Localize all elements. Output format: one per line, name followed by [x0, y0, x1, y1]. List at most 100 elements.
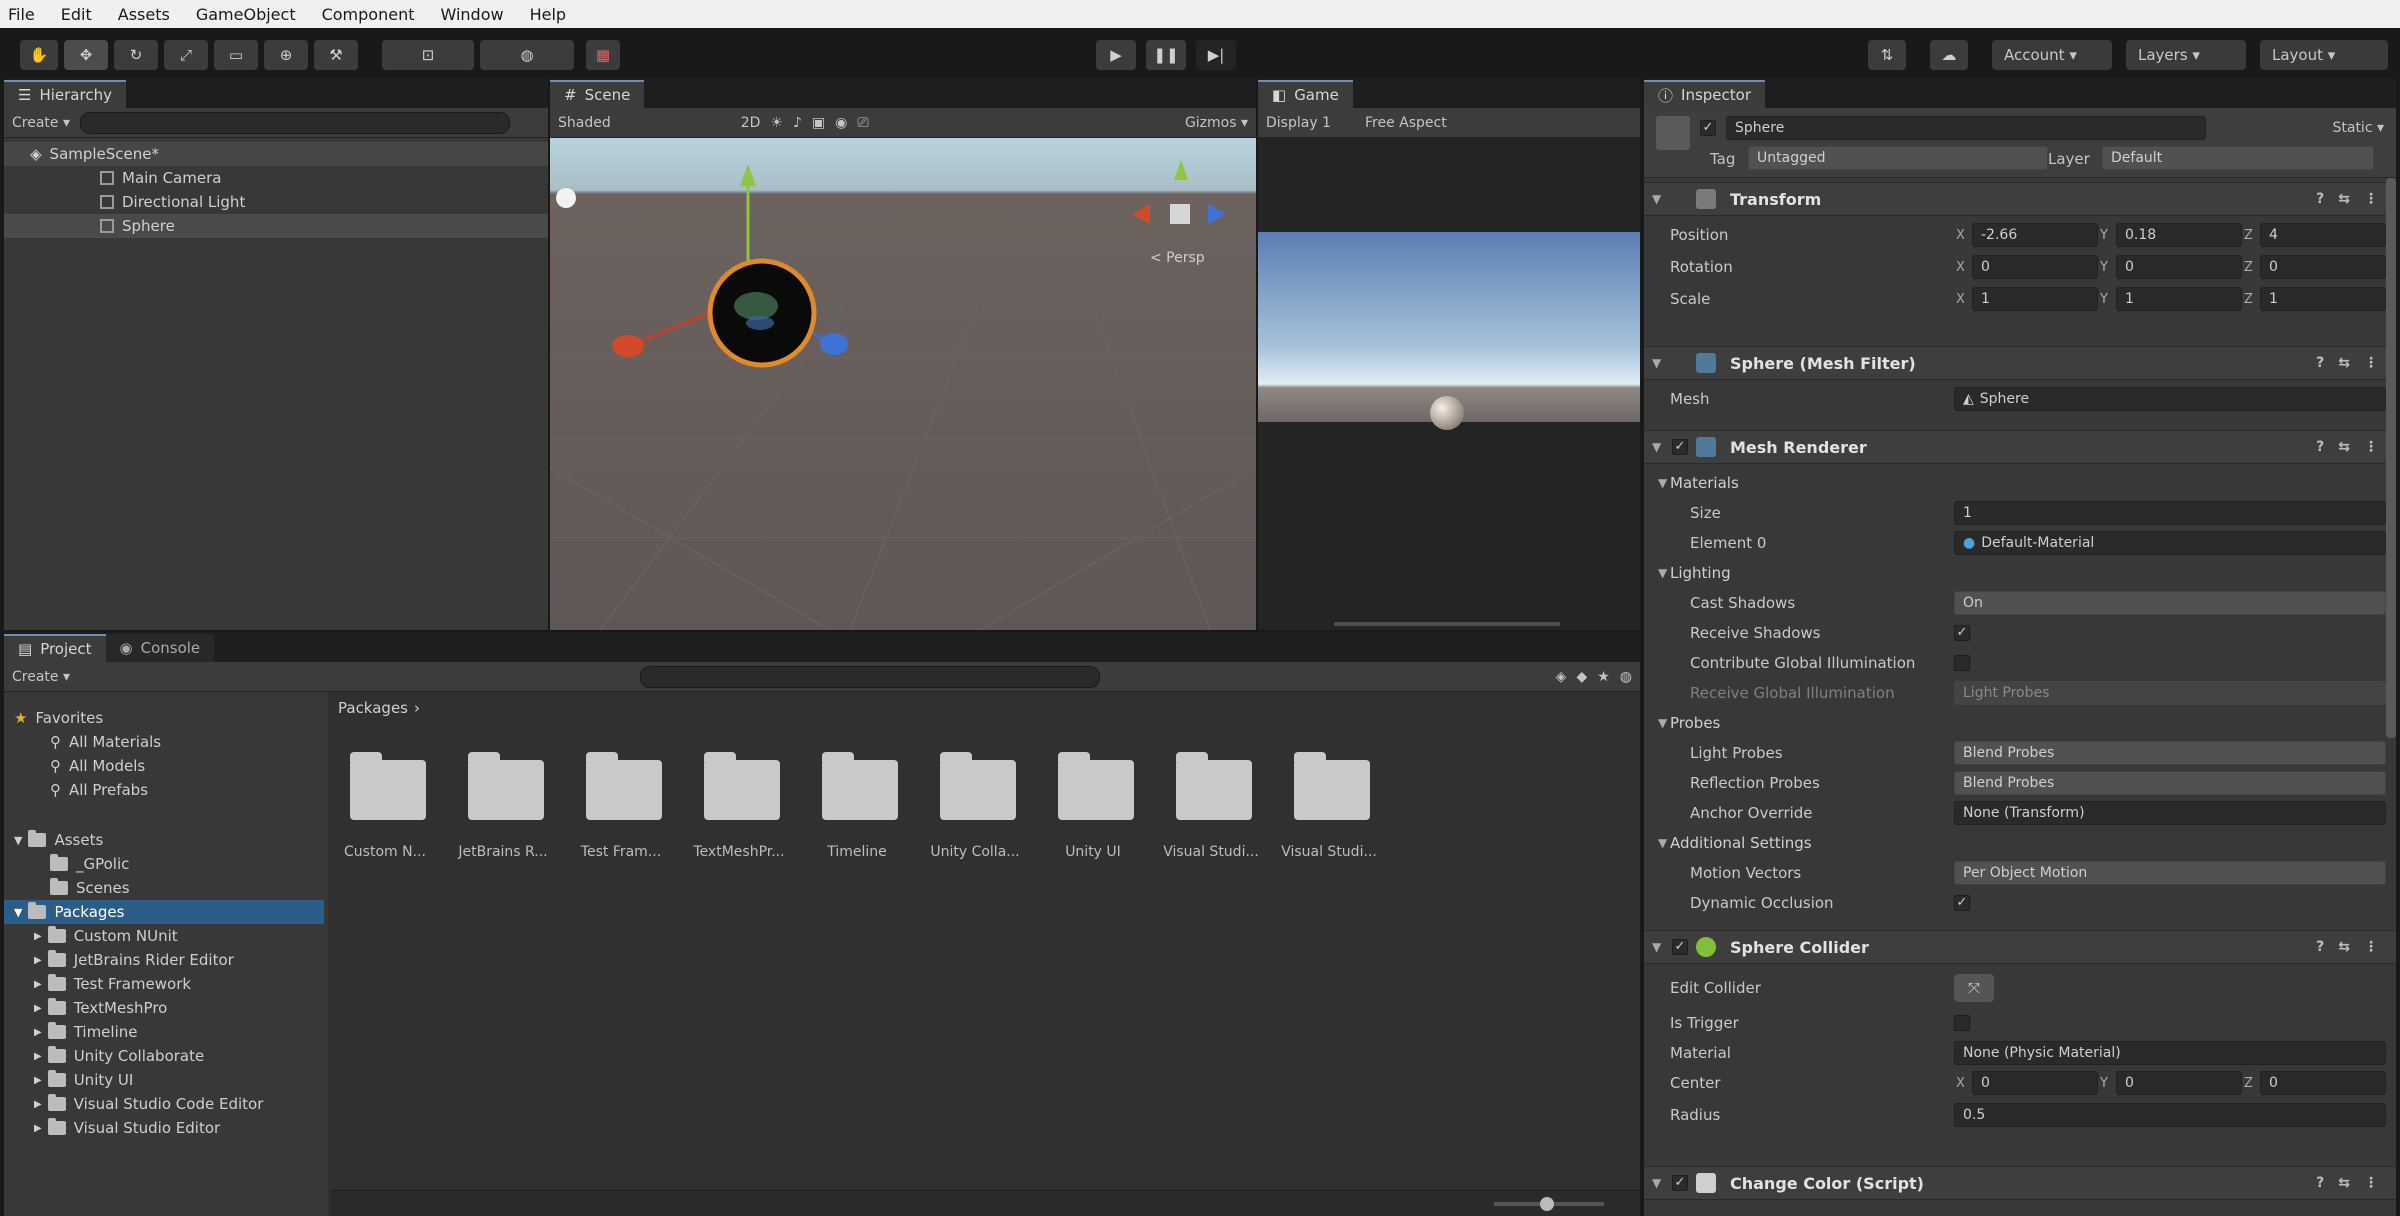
center-x-field[interactable]: 0 [1972, 1071, 2098, 1095]
menu-file[interactable]: File [8, 5, 35, 24]
scene-row[interactable]: ◈ SampleScene* [4, 142, 548, 166]
lighting-row[interactable]: ▼ Lighting [1644, 558, 2396, 588]
hierarchy-item-directional-light[interactable]: Directional Light [4, 190, 548, 214]
menu-assets[interactable]: Assets [118, 5, 170, 24]
move-tool-button[interactable]: ✥ [64, 40, 108, 70]
tree-package-item[interactable]: ▶ Unity UI [4, 1068, 328, 1092]
snap-button[interactable]: ▦ [586, 40, 620, 70]
tree-package-item[interactable]: ▶ Timeline [4, 1020, 328, 1044]
rotate-tool-button[interactable]: ↻ [114, 40, 158, 70]
tab-scene[interactable]: # Scene [550, 80, 645, 108]
receive-gi-dropdown[interactable]: Light Probes [1954, 681, 2386, 705]
global-toggle[interactable]: ◍ [480, 40, 574, 70]
pause-button[interactable]: ❚❚ [1146, 40, 1186, 70]
rect-tool-button[interactable]: ▭ [214, 40, 258, 70]
cloud-button[interactable]: ☁ [1930, 40, 1968, 70]
rotation-y-field[interactable]: 0 [2116, 255, 2242, 279]
grid-folder-item[interactable]: Visual Studi... [1274, 752, 1384, 864]
menu-component[interactable]: Component [322, 5, 415, 24]
tree-fav-item[interactable]: ⚲ All Materials [4, 730, 328, 754]
layers-dropdown[interactable]: Layers ▾ [2126, 40, 2246, 70]
tab-hierarchy[interactable]: ☰ Hierarchy [4, 80, 126, 108]
preset-icon[interactable]: ⇆ [2338, 355, 2350, 371]
effects-icon[interactable]: ▣ [812, 115, 825, 131]
tree-package-item[interactable]: ▶ Visual Studio Code Editor [4, 1092, 328, 1116]
scale-z-field[interactable]: 1 [2260, 287, 2386, 311]
tree-assets[interactable]: ▼ Assets [4, 828, 328, 852]
play-button[interactable]: ▶ [1096, 40, 1136, 70]
hierarchy-item-sphere[interactable]: Sphere [4, 214, 548, 238]
mesh-filter-header[interactable]: ▼ Sphere (Mesh Filter) ? ⇆ ⋮ [1644, 346, 2396, 380]
tree-asset-item[interactable]: _GPolic [4, 852, 328, 876]
tree-package-item[interactable]: ▶ Test Framework [4, 972, 328, 996]
tree-package-item[interactable]: ▶ Unity Collaborate [4, 1044, 328, 1068]
position-x-field[interactable]: -2.66 [1972, 223, 2098, 247]
2d-toggle[interactable]: 2D [741, 115, 761, 131]
motion-vectors-dropdown[interactable]: Per Object Motion [1954, 861, 2386, 885]
preset-icon[interactable]: ⇆ [2338, 1175, 2350, 1191]
center-z-field[interactable]: 0 [2260, 1071, 2386, 1095]
scale-tool-button[interactable]: ⤢ [164, 40, 208, 70]
preset-icon[interactable]: ⇆ [2338, 939, 2350, 955]
tab-inspector[interactable]: ⓘ Inspector [1644, 80, 1765, 108]
additional-settings-row[interactable]: ▼ Additional Settings [1644, 828, 2396, 858]
materials-row[interactable]: ▼ Materials [1644, 468, 2396, 498]
reflection-probes-dropdown[interactable]: Blend Probes [1954, 771, 2386, 795]
icon-size-slider-thumb[interactable] [1540, 1197, 1554, 1211]
tree-favorites[interactable]: ★ Favorites [4, 706, 328, 730]
step-button[interactable]: ▶| [1196, 40, 1236, 70]
grid-folder-item[interactable]: JetBrains R... [448, 752, 558, 864]
audio-icon[interactable]: ♪ [793, 115, 802, 131]
tree-package-item[interactable]: ▶ JetBrains Rider Editor [4, 948, 328, 972]
preset-icon[interactable]: ⇆ [2338, 439, 2350, 455]
transform-tool-button[interactable]: ⊕ [264, 40, 308, 70]
menu-icon[interactable]: ⋮ [2364, 355, 2378, 371]
menu-icon[interactable]: ⋮ [2364, 191, 2378, 207]
inspector-scrollbar[interactable] [2386, 178, 2396, 738]
tab-project[interactable]: ▤ Project [4, 634, 106, 662]
tree-fav-item[interactable]: ⚲ All Prefabs [4, 778, 328, 802]
game-scale-slider[interactable] [1334, 622, 1560, 626]
hidden-icon[interactable]: ◉ [835, 115, 847, 131]
element0-field[interactable]: ● Default-Material [1954, 531, 2386, 555]
object-name-field[interactable]: Sphere [1726, 116, 2206, 140]
help-icon[interactable]: ? [2316, 355, 2324, 371]
project-create-button[interactable]: Create ▾ [12, 669, 70, 685]
menu-icon[interactable]: ⋮ [2364, 439, 2378, 455]
mesh-renderer-header[interactable]: ▼ Mesh Renderer ? ⇆ ⋮ [1644, 430, 2396, 464]
size-field[interactable]: 1 [1954, 501, 2386, 525]
tab-console[interactable]: ◉ Console [105, 634, 215, 662]
collab-button[interactable]: ⇅ [1868, 40, 1906, 70]
scene-camera-icon[interactable]: ⎚ [857, 115, 868, 131]
script-header[interactable]: ▼ Change Color (Script) ? ⇆ ⋮ [1644, 1166, 2396, 1200]
static-dropdown[interactable]: Static ▾ [2332, 120, 2384, 136]
probes-row[interactable]: ▼ Probes [1644, 708, 2396, 738]
tab-game[interactable]: ◧ Game [1258, 80, 1353, 108]
menu-gameobject[interactable]: GameObject [196, 5, 296, 24]
tree-package-item[interactable]: ▶ TextMeshPro [4, 996, 328, 1020]
script-enabled-checkbox[interactable] [1672, 1175, 1688, 1191]
layout-dropdown[interactable]: Layout ▾ [2260, 40, 2388, 70]
grid-folder-item[interactable]: Visual Studi... [1156, 752, 1266, 864]
tag-dropdown[interactable]: Untagged [1748, 146, 2048, 170]
pivot-toggle[interactable]: ⊡ [382, 40, 474, 70]
hierarchy-item-main-camera[interactable]: Main Camera [4, 166, 548, 190]
grid-folder-item[interactable]: Unity UI [1038, 752, 1148, 864]
tree-packages[interactable]: ▼ Packages [4, 900, 324, 924]
help-icon[interactable]: ? [2316, 191, 2324, 207]
help-icon[interactable]: ? [2316, 939, 2324, 955]
position-y-field[interactable]: 0.18 [2116, 223, 2242, 247]
scene-orientation-gizmo[interactable] [1132, 160, 1226, 224]
account-dropdown[interactable]: Account ▾ [1992, 40, 2112, 70]
radius-field[interactable]: 0.5 [1954, 1103, 2386, 1127]
tree-fav-item[interactable]: ⚲ All Models [4, 754, 328, 778]
position-z-field[interactable]: 4 [2260, 223, 2386, 247]
lighting-icon[interactable]: ☀ [770, 115, 783, 131]
grid-folder-item[interactable]: Custom N... [330, 752, 440, 864]
layer-dropdown[interactable]: Default [2102, 146, 2374, 170]
help-icon[interactable]: ? [2316, 439, 2324, 455]
center-y-field[interactable]: 0 [2116, 1071, 2242, 1095]
game-viewport[interactable] [1258, 138, 1640, 630]
help-icon[interactable]: ? [2316, 1175, 2324, 1191]
scale-x-field[interactable]: 1 [1972, 287, 2098, 311]
